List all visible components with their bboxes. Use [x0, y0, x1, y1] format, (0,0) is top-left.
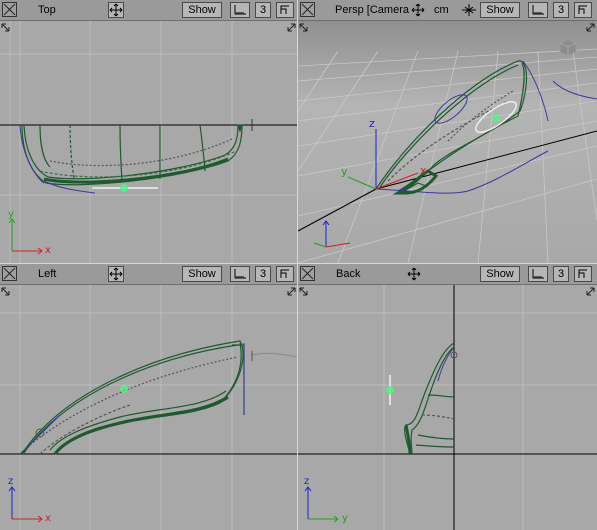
resize-corner-icon[interactable]: [586, 22, 595, 32]
show-button[interactable]: Show: [182, 266, 222, 282]
maximize-icon[interactable]: [276, 266, 294, 282]
y-axis-label: y: [341, 165, 348, 178]
resize-corner-icon[interactable]: [299, 22, 308, 32]
y-axis-label: y: [8, 209, 14, 220]
y-axis-label: y: [342, 513, 348, 524]
viewport-left-titlebar: Left Show 3: [0, 264, 297, 285]
close-icon[interactable]: [300, 266, 315, 281]
show-button[interactable]: Show: [480, 266, 520, 282]
move-arrows-icon[interactable]: [108, 266, 124, 282]
viewport-persp-titlebar: Persp [Camera cm Show 3: [298, 0, 597, 21]
z-axis-label: z: [8, 476, 13, 487]
viewport-title: Left: [38, 268, 57, 280]
ruler-icon[interactable]: [528, 2, 548, 18]
move-arrows-icon[interactable]: [108, 2, 124, 18]
axis-gnomon: [313, 220, 351, 248]
z-axis-label: z: [369, 117, 375, 130]
resize-corner-icon[interactable]: [287, 286, 296, 296]
resize-corner-icon[interactable]: [287, 22, 296, 32]
axis-gnomon: y x: [8, 209, 51, 256]
close-icon[interactable]: [300, 2, 315, 17]
resize-corner-icon[interactable]: [586, 286, 595, 296]
show-button[interactable]: Show: [480, 2, 520, 18]
x-axis-label: x: [420, 164, 427, 177]
left-view-canvas[interactable]: z x: [0, 285, 297, 530]
subdivision-button[interactable]: 3: [553, 2, 569, 18]
close-icon[interactable]: [2, 266, 17, 281]
viewport-perspective[interactable]: Persp [Camera cm Show 3 z y x: [298, 0, 597, 263]
unit-label: cm: [434, 4, 449, 16]
ruler-icon[interactable]: [230, 2, 250, 18]
vertical-splitter[interactable]: [297, 0, 298, 530]
move-arrows-icon[interactable]: [410, 2, 426, 18]
resize-corner-icon[interactable]: [299, 286, 308, 296]
move-arrows-icon[interactable]: [406, 266, 422, 282]
persp-view-canvas[interactable]: z y x: [298, 21, 597, 263]
horizontal-splitter[interactable]: [0, 263, 597, 264]
ruler-icon[interactable]: [230, 266, 250, 282]
axis-gnomon: z y: [304, 476, 348, 524]
viewport-back-titlebar: Back Show 3: [298, 264, 597, 285]
show-button[interactable]: Show: [182, 2, 222, 18]
maximize-icon[interactable]: [276, 2, 294, 18]
viewport-left[interactable]: Left Show 3 z x: [0, 264, 297, 530]
viewport-back[interactable]: Back Show 3 z y: [298, 264, 597, 530]
viewport-title: Top: [38, 4, 56, 16]
ruler-icon[interactable]: [528, 266, 548, 282]
maximize-icon[interactable]: [574, 266, 592, 282]
back-view-canvas[interactable]: z y: [298, 285, 597, 530]
viewport-title: Back: [336, 268, 361, 280]
x-axis-label: x: [45, 513, 51, 524]
viewport-top[interactable]: Top Show 3 y x: [0, 0, 297, 263]
viewport-title: Persp [Camera: [335, 4, 409, 16]
camera-cube-icon[interactable]: [559, 38, 577, 57]
axis-gnomon: z x: [8, 476, 51, 524]
resize-corner-icon[interactable]: [1, 286, 10, 296]
modeling-window: Top Show 3 y x Persp [Camera cm Show 3 z…: [0, 0, 597, 530]
resize-corner-icon[interactable]: [1, 22, 10, 32]
subdivision-button[interactable]: 3: [255, 266, 271, 282]
viewport-top-titlebar: Top Show 3: [0, 0, 297, 21]
maximize-icon[interactable]: [574, 2, 592, 18]
top-view-canvas[interactable]: y x: [0, 21, 297, 263]
x-axis-label: x: [45, 245, 51, 256]
subdivision-button[interactable]: 3: [553, 266, 569, 282]
track-icon[interactable]: [460, 2, 476, 18]
subdivision-button[interactable]: 3: [255, 2, 271, 18]
close-icon[interactable]: [2, 2, 17, 17]
z-axis-label: z: [304, 476, 309, 487]
